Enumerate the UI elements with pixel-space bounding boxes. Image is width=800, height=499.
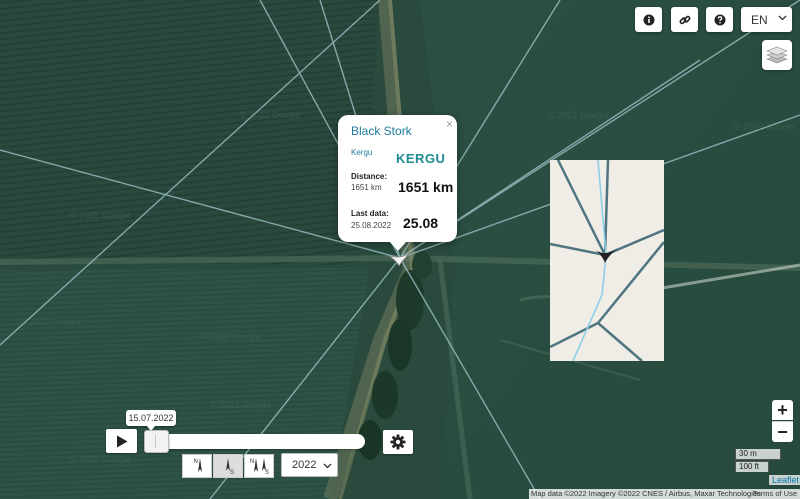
svg-text:N: N [250,459,254,465]
svg-text:© 2022 Google: © 2022 Google [240,110,301,120]
svg-text:S: S [265,470,269,476]
language-select[interactable]: EN [741,7,792,32]
link-icon [679,15,690,24]
popup-bird-name: Kergu [351,148,373,157]
last-data-value: 25.08.2022 [351,221,392,230]
svg-text:© 2022 Google: © 2022 Google [200,332,261,342]
route-inset-map[interactable] [549,159,665,362]
bird-icon[interactable] [388,253,410,267]
route-inset-lines [549,159,665,362]
play-button[interactable] [106,429,137,453]
svg-text:N: N [194,459,198,465]
year-select[interactable]: 2022 [281,453,338,477]
terms-of-use-link[interactable]: Terms of Use [751,489,797,499]
svg-text:© 2022 Google: © 2022 Google [20,317,81,327]
south-arrow-icon: S [226,458,234,476]
scale-bar-imperial: 100 ft [735,461,769,472]
svg-text:© 2022 Google: © 2022 Google [210,400,271,410]
distance-value: 1651 km [351,183,382,192]
timeline-slider-handle[interactable] [144,430,169,453]
leaflet-link[interactable]: Leaflet [769,475,800,485]
popup-bird-name-large: KERGU [396,151,446,166]
popup-species-title: Black Stork [351,124,412,138]
svg-text:© 2022 Google: © 2022 Google [70,454,131,464]
layers-icon [766,46,788,64]
settings-button[interactable] [383,430,413,454]
gear-icon [390,434,406,450]
info-icon [643,14,654,25]
attribution-text: Map data ©2022 Imagery ©2022 CNES / Airb… [531,489,761,498]
layers-button[interactable] [762,40,792,70]
zoom-in-button[interactable]: + [772,400,793,420]
year-value: 2022 [292,459,317,471]
rotate-view-button[interactable]: N S [244,454,274,478]
svg-text:© 2022 Google: © 2022 Google [734,122,795,132]
timeline-date-tooltip: 15.07.2022 [126,410,176,431]
north-arrow-icon: N [194,458,202,472]
distance-value-large: 1651 km [398,179,454,195]
info-button[interactable] [635,7,662,32]
svg-text:© 2022 Google: © 2022 Google [70,210,131,220]
language-value: EN [751,12,768,27]
link-button[interactable] [671,7,698,32]
last-data-value-large: 25.08 [403,215,439,231]
map-attribution: Map data ©2022 Imagery ©2022 CNES / Airb… [529,489,800,499]
play-icon [116,435,127,447]
zoom-out-button[interactable]: − [772,421,793,442]
scale-bar-metric: 30 m [735,449,781,460]
svg-text:S: S [230,470,234,476]
north-up-button[interactable]: N [182,454,212,478]
timeline-slider[interactable] [144,434,365,449]
bird-info-popup: × Black Stork Kergu KERGU Distance: 1651… [338,115,457,242]
help-button[interactable] [706,7,733,32]
south-up-button[interactable]: S [213,454,243,478]
compass-flip-icon: N S [250,458,269,476]
popup-tip [389,241,407,251]
popup-close-button[interactable]: × [446,117,453,131]
last-data-label: Last data: [351,209,389,218]
chevron-down-icon [778,15,787,21]
distance-label: Distance: [351,172,388,181]
chevron-down-icon [323,463,332,469]
svg-text:© 2022 Google: © 2022 Google [548,110,609,120]
help-icon [714,14,725,25]
